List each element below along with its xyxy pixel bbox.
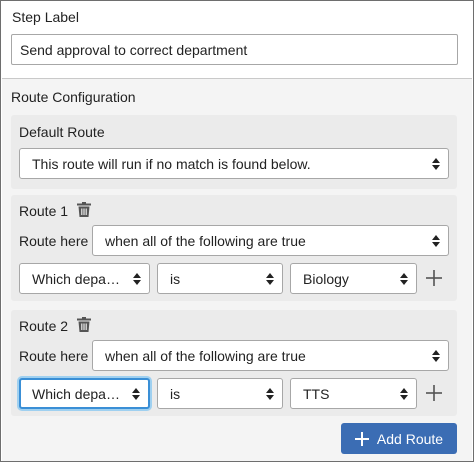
route-1-title: Route 1 [19,203,69,219]
route-1-value-value: Biology [303,270,349,287]
route-2-title: Route 2 [19,318,69,334]
route-1-operator-select[interactable]: is [157,263,283,294]
route-2-route-here-label: Route here [19,348,89,364]
route-2-operator-select[interactable]: is [157,378,283,409]
trash-icon[interactable] [77,202,91,217]
route-1-operator-value: is [170,270,181,287]
route-1-field-select[interactable]: Which depart… [19,263,150,294]
select-caret-icon [266,272,274,285]
plus-icon [354,431,369,446]
route-1-route-here-label: Route here [19,233,89,249]
route-1-match-value: when all of the following are true [105,232,306,249]
select-caret-icon [133,272,141,285]
select-caret-icon [400,387,408,400]
step-editor: Step Label Route Configuration Default R… [0,0,474,462]
route-2-operator-value: is [170,385,181,402]
route-1-panel: Route 1 Route here when all of the follo… [11,195,457,301]
route-1-field-value: Which depart… [32,270,123,287]
plus-icon[interactable] [426,270,442,286]
route-configuration-title: Route Configuration [11,89,136,105]
step-label-title: Step Label [12,9,79,25]
route-2-match-value: when all of the following are true [105,347,306,364]
route-2-value-select[interactable]: TTS [290,378,417,409]
default-route-value: This route will run if no match is found… [32,155,311,172]
default-route-select[interactable]: This route will run if no match is found… [19,148,449,179]
select-caret-icon [432,349,440,362]
route-2-field-value: Which depart… [32,385,122,402]
select-caret-icon [432,157,440,170]
trash-icon[interactable] [77,317,91,332]
route-2-match-select[interactable]: when all of the following are true [92,340,449,371]
select-caret-icon [400,272,408,285]
route-2-panel: Route 2 Route here when all of the follo… [11,310,457,416]
route-1-value-select[interactable]: Biology [290,263,417,294]
step-label-input[interactable] [11,34,458,65]
add-route-label: Add Route [376,430,444,447]
default-route-panel: Default Route This route will run if no … [11,115,457,189]
route-configuration-section: Route Configuration Default Route This r… [2,79,472,461]
default-route-title: Default Route [19,124,105,140]
select-caret-icon [432,234,440,247]
route-2-value-value: TTS [303,385,330,402]
route-1-match-select[interactable]: when all of the following are true [92,225,449,256]
plus-icon[interactable] [426,385,442,401]
add-route-button[interactable]: Add Route [341,423,457,454]
step-label-section: Step Label [2,2,472,78]
select-caret-icon [132,387,140,400]
route-2-field-select[interactable]: Which depart… [19,378,150,409]
select-caret-icon [266,387,274,400]
